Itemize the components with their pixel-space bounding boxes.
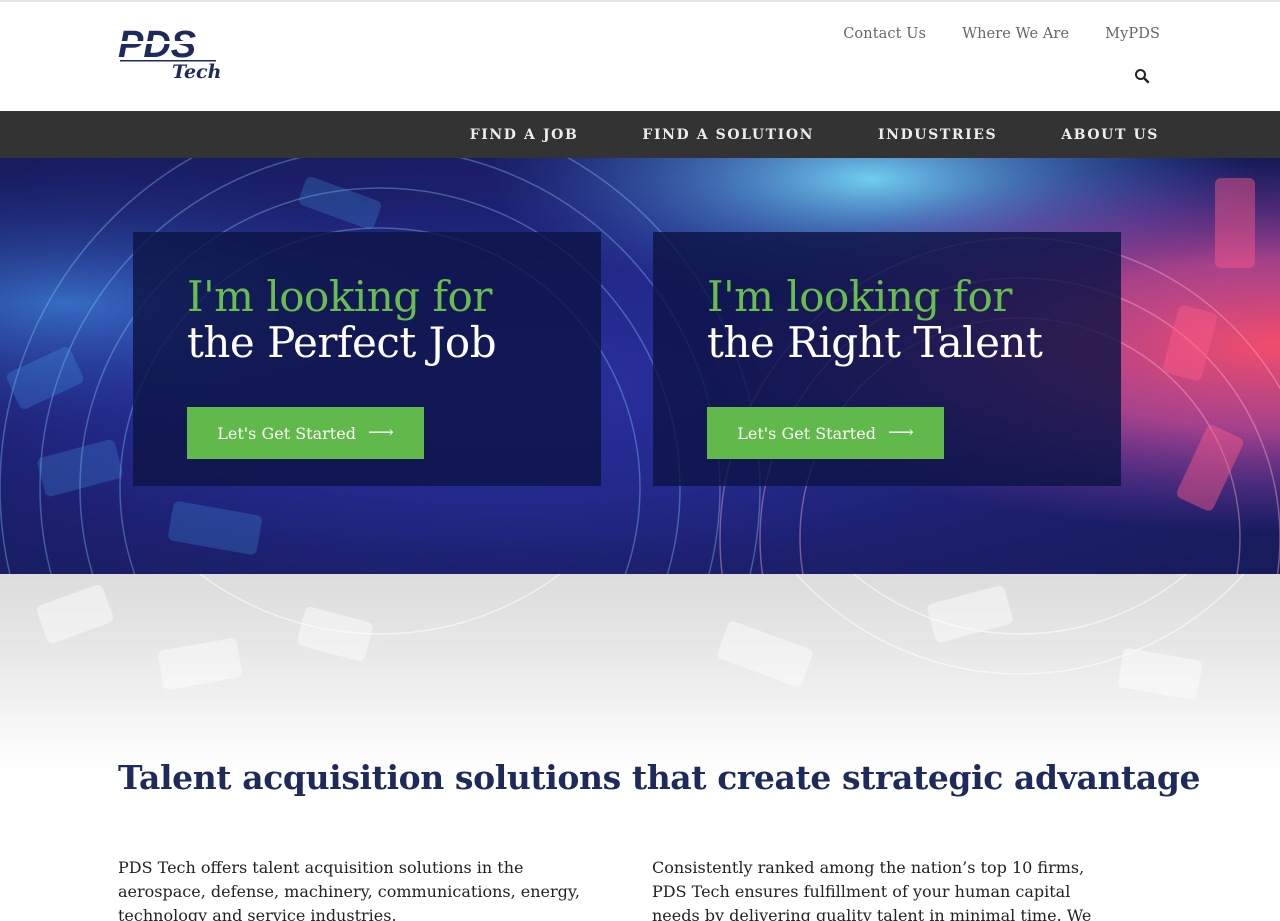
- site-header: PDS Tech Contact Us Where We Are MyPDS: [0, 2, 1280, 111]
- nav-find-a-job[interactable]: FIND A JOB: [470, 127, 579, 143]
- job-get-started-button[interactable]: Let's Get Started ⟶: [187, 407, 424, 459]
- mypds-link[interactable]: MyPDS: [1105, 26, 1160, 42]
- card-heading-line1: I'm looking for: [187, 272, 492, 321]
- arrow-right-icon: ⟶: [887, 422, 914, 443]
- pds-tech-logo[interactable]: PDS Tech: [118, 24, 222, 80]
- card-heading-line2: the Right Talent: [707, 318, 1043, 367]
- nav-find-a-solution[interactable]: FIND A SOLUTION: [642, 127, 814, 143]
- card-heading-line1: I'm looking for: [707, 272, 1012, 321]
- hero-banner: I'm looking for the Perfect Job Let's Ge…: [0, 158, 1280, 574]
- svg-text:Tech: Tech: [172, 61, 221, 80]
- button-label: Let's Get Started: [737, 423, 876, 443]
- arrow-right-icon: ⟶: [367, 422, 394, 443]
- main-nav: FIND A JOB FIND A SOLUTION INDUSTRIES AB…: [0, 111, 1280, 158]
- talent-get-started-button[interactable]: Let's Get Started ⟶: [707, 407, 944, 459]
- nav-about-us[interactable]: ABOUT US: [1061, 127, 1159, 143]
- employer-card: I'm looking for the Right Talent Let's G…: [653, 232, 1121, 486]
- button-label: Let's Get Started: [217, 423, 356, 443]
- contact-us-link[interactable]: Contact Us: [843, 26, 926, 42]
- job-seeker-card: I'm looking for the Perfect Job Let's Ge…: [133, 232, 601, 486]
- band-graphic: [36, 574, 1245, 700]
- card-heading-line2: the Perfect Job: [187, 318, 497, 367]
- intro-paragraph-left: PDS Tech offers talent acquisition solut…: [118, 858, 580, 921]
- section-headline: Talent acquisition solutions that create…: [118, 758, 1201, 797]
- svg-text:PDS: PDS: [118, 24, 196, 66]
- utility-nav: Contact Us Where We Are MyPDS: [843, 26, 1160, 42]
- decorative-gray-band: [0, 574, 1280, 774]
- where-we-are-link[interactable]: Where We Are: [962, 26, 1069, 42]
- intro-paragraph-right: Consistently ranked among the nation’s t…: [652, 858, 1092, 921]
- search-icon[interactable]: [1134, 68, 1150, 84]
- nav-industries[interactable]: INDUSTRIES: [878, 127, 997, 143]
